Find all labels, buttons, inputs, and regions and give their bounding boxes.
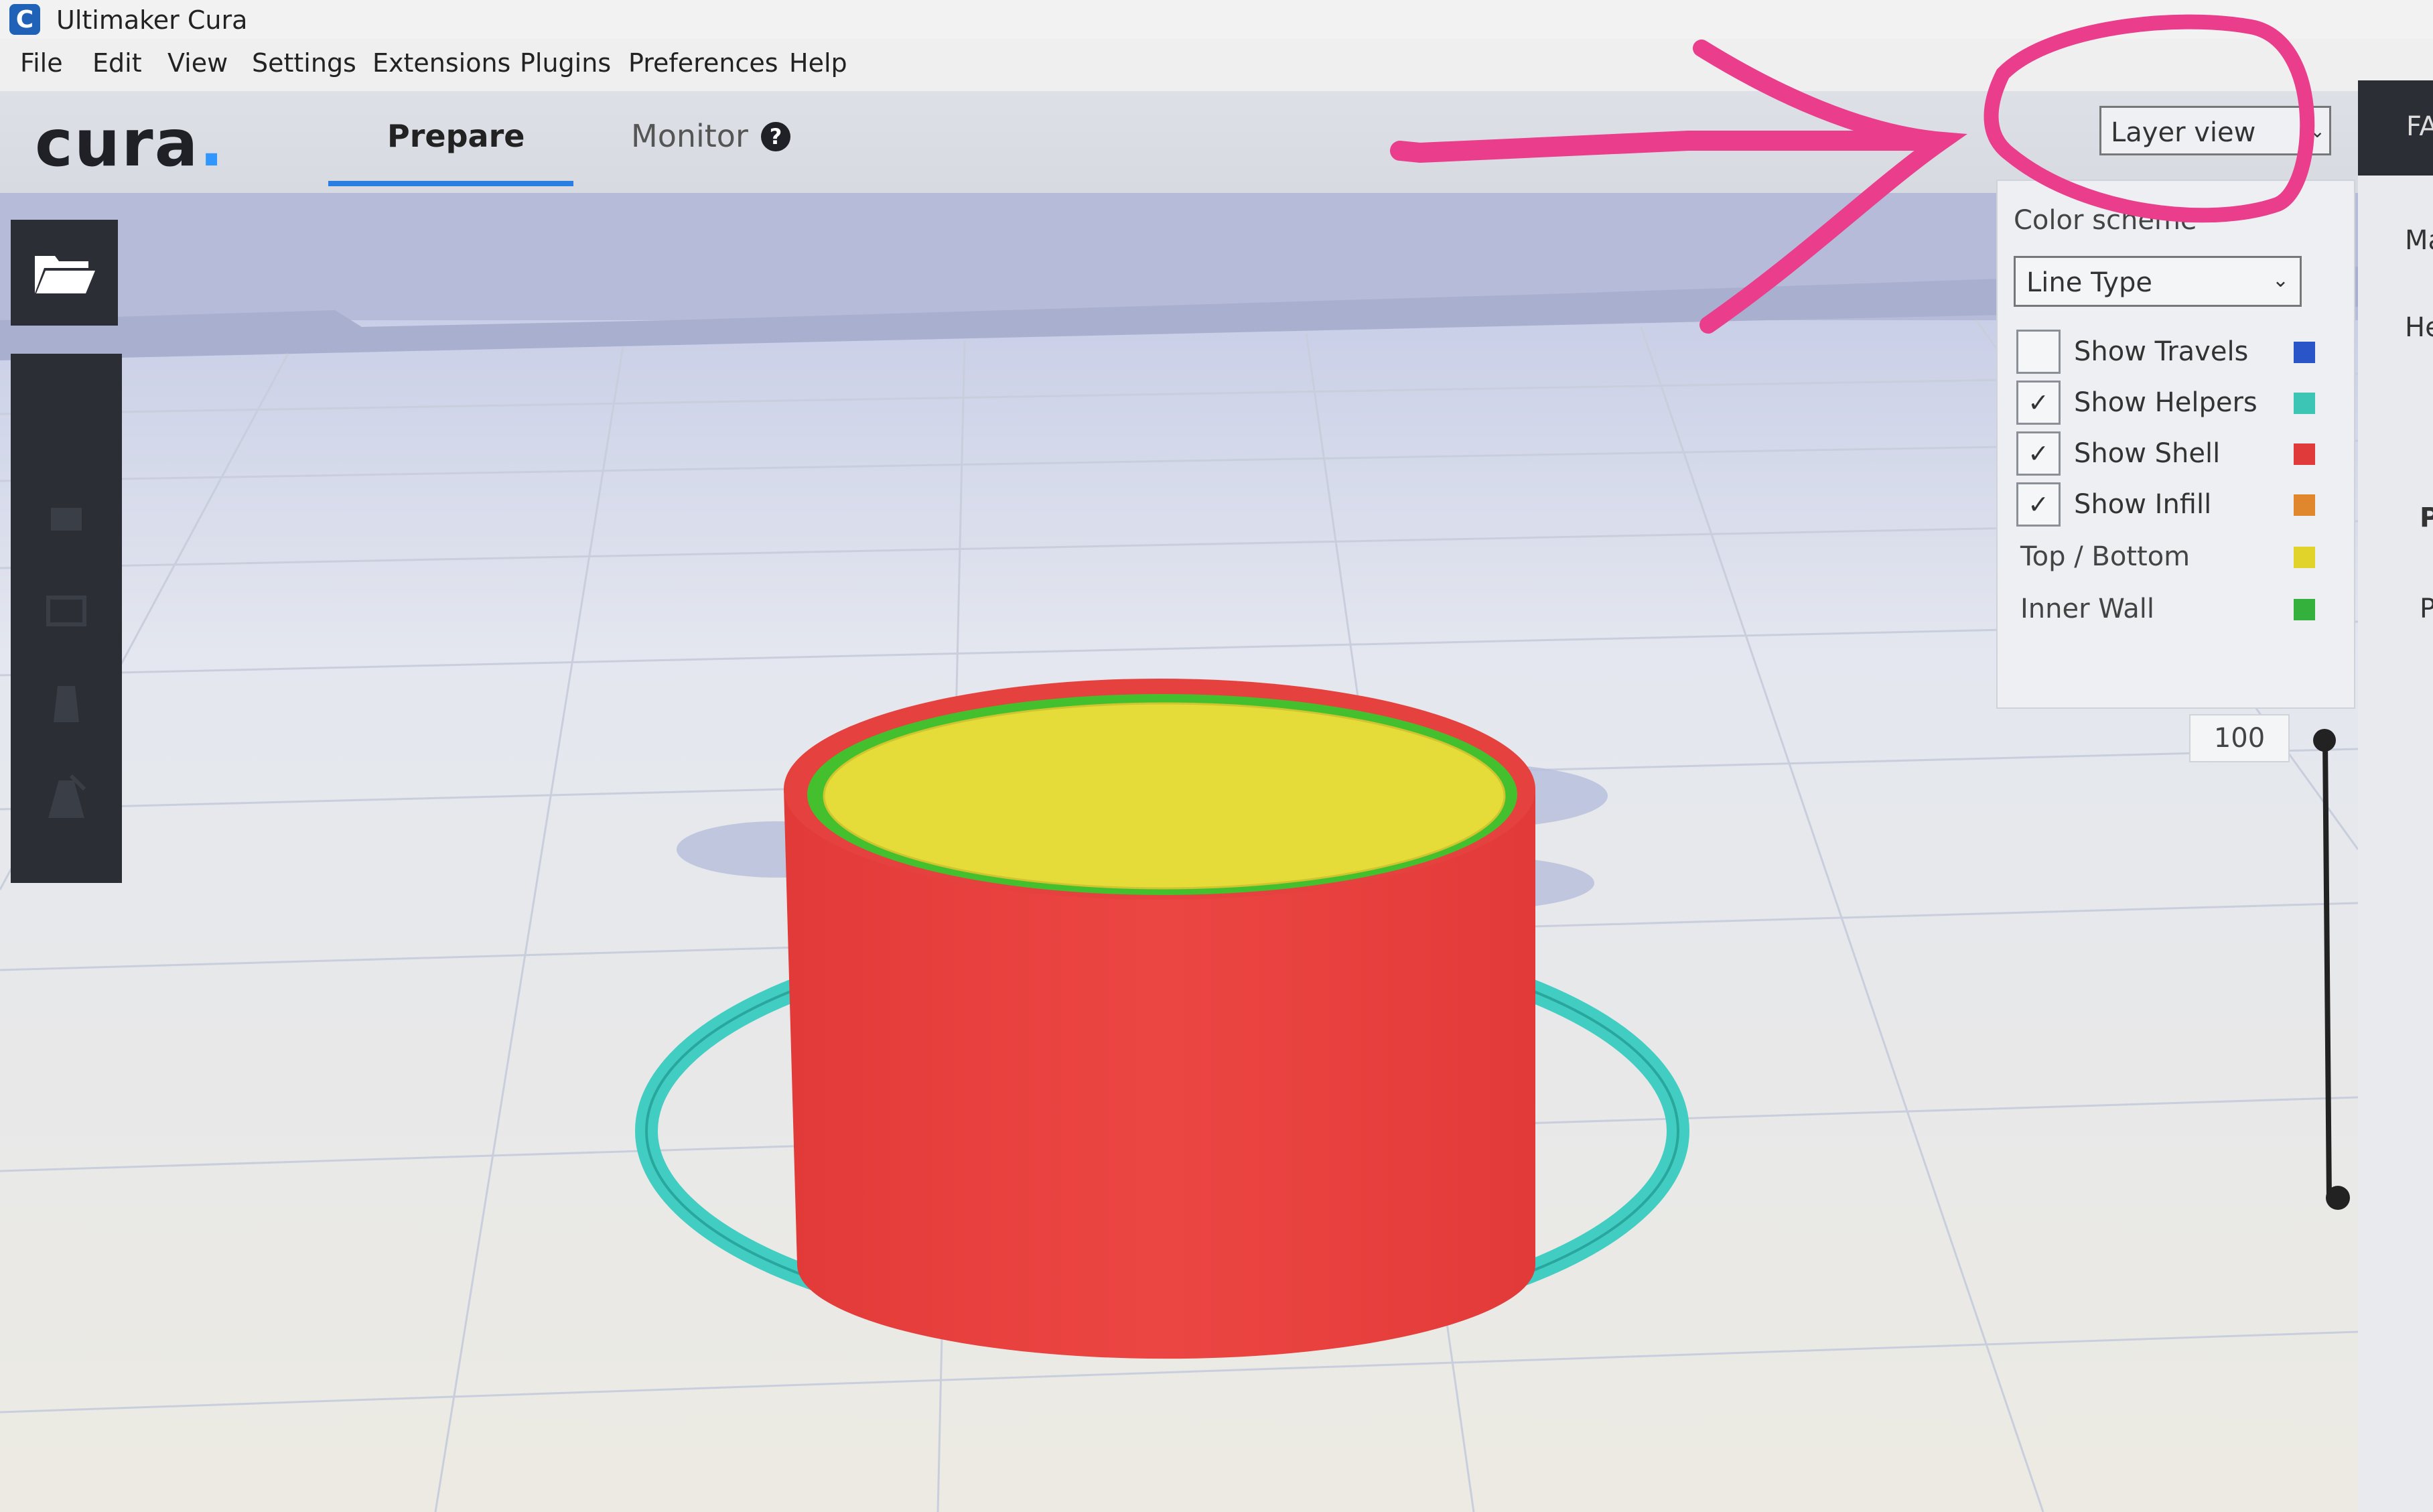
menu-view[interactable]: View bbox=[167, 48, 228, 78]
show-travels-checkbox[interactable] bbox=[2016, 330, 2061, 374]
sidebar-partial-label: P bbox=[2420, 594, 2433, 624]
menu-file[interactable]: File bbox=[20, 48, 63, 78]
view-mode-dropdown[interactable]: Layer view ⌄ bbox=[2099, 106, 2331, 155]
scale-icon bbox=[46, 596, 86, 626]
rotate-tool-button[interactable] bbox=[38, 675, 95, 733]
inner-wall-label: Inner Wall bbox=[2020, 594, 2154, 624]
color-scheme-dropdown[interactable]: Line Type ⌄ bbox=[2014, 256, 2302, 307]
header-bar: cura. Prepare Monitor ? bbox=[0, 91, 2358, 193]
cura-logo: cura. bbox=[35, 106, 225, 181]
show-travels-label: Show Travels bbox=[2074, 336, 2249, 367]
show-helpers-label: Show Helpers bbox=[2074, 387, 2257, 418]
scale-tool-button[interactable] bbox=[38, 581, 95, 639]
view-mode-value: Layer view bbox=[2111, 117, 2256, 148]
cura-screen: C Ultimaker Cura File Edit View Settings… bbox=[0, 0, 2433, 1512]
show-infill-label: Show Infill bbox=[2074, 489, 2212, 520]
infill-color-swatch bbox=[2294, 494, 2315, 516]
color-scheme-value: Line Type bbox=[2026, 267, 2152, 298]
mirror-tool-button[interactable] bbox=[38, 769, 95, 827]
open-file-button[interactable] bbox=[11, 220, 118, 326]
sidebar-partial-label: FA bbox=[2406, 111, 2433, 142]
helpers-color-swatch bbox=[2294, 393, 2315, 414]
mirror-icon bbox=[48, 774, 86, 818]
show-helpers-checkbox[interactable]: ✓ bbox=[2016, 381, 2061, 425]
show-infill-row[interactable]: ✓ Show Infill bbox=[2016, 482, 2318, 529]
menu-settings[interactable]: Settings bbox=[252, 48, 356, 78]
logo-text: cura bbox=[35, 106, 200, 181]
help-icon[interactable]: ? bbox=[761, 122, 790, 151]
top-bottom-legend: Top / Bottom bbox=[2016, 535, 2318, 581]
move-tool-button[interactable] bbox=[38, 488, 95, 545]
show-infill-checkbox[interactable]: ✓ bbox=[2016, 482, 2061, 527]
menu-edit[interactable]: Edit bbox=[92, 48, 142, 78]
model-top-surface bbox=[824, 703, 1505, 888]
current-layer-input[interactable]: 100 bbox=[2189, 714, 2290, 762]
tab-monitor[interactable]: Monitor bbox=[631, 118, 748, 154]
menu-extensions[interactable]: Extensions bbox=[372, 48, 510, 78]
menu-preferences[interactable]: Preferences bbox=[628, 48, 778, 78]
chevron-down-icon: ⌄ bbox=[2309, 120, 2325, 142]
layer-slider-bottom-handle[interactable] bbox=[2326, 1186, 2350, 1210]
inner-wall-color-swatch bbox=[2294, 599, 2315, 620]
left-toolbar bbox=[11, 354, 122, 883]
menu-plugins[interactable]: Plugins bbox=[520, 48, 611, 78]
sidebar-header: FA bbox=[2358, 80, 2433, 176]
sidebar-partial-label: P bbox=[2420, 502, 2433, 533]
menu-bar: File Edit View Settings Extensions Plugi… bbox=[0, 39, 2433, 92]
color-scheme-label: Color scheme bbox=[2014, 205, 2197, 236]
show-helpers-row[interactable]: ✓ Show Helpers bbox=[2016, 381, 2318, 427]
sidebar-partial-label: He bbox=[2405, 312, 2433, 343]
title-bar: C Ultimaker Cura bbox=[0, 0, 2433, 39]
rotate-icon bbox=[54, 686, 79, 722]
shell-color-swatch bbox=[2294, 443, 2315, 465]
inner-wall-legend: Inner Wall bbox=[2016, 587, 2318, 634]
chevron-down-icon: ⌄ bbox=[2272, 269, 2289, 292]
sidebar-partial-label: Ma bbox=[2405, 225, 2433, 256]
move-icon bbox=[51, 508, 82, 531]
layer-view-panel: Color scheme Line Type ⌄ Show Travels ✓ … bbox=[1996, 180, 2355, 709]
settings-sidebar: FA Ma He P P bbox=[2358, 80, 2433, 1512]
cura-app-icon: C bbox=[9, 4, 40, 35]
active-tab-indicator bbox=[328, 181, 573, 186]
top-bottom-label: Top / Bottom bbox=[2020, 541, 2191, 572]
window-title: Ultimaker Cura bbox=[56, 5, 248, 35]
folder-open-icon bbox=[35, 256, 95, 293]
top-bottom-color-swatch bbox=[2294, 547, 2315, 568]
tab-prepare[interactable]: Prepare bbox=[387, 118, 525, 154]
travels-color-swatch bbox=[2294, 342, 2315, 363]
logo-dot: . bbox=[199, 106, 225, 181]
show-travels-row[interactable]: Show Travels bbox=[2016, 330, 2318, 376]
show-shell-checkbox[interactable]: ✓ bbox=[2016, 431, 2061, 476]
layer-slider-top-handle[interactable] bbox=[2313, 729, 2336, 752]
show-shell-row[interactable]: ✓ Show Shell bbox=[2016, 431, 2318, 478]
show-shell-label: Show Shell bbox=[2074, 438, 2221, 469]
menu-help[interactable]: Help bbox=[789, 48, 847, 78]
